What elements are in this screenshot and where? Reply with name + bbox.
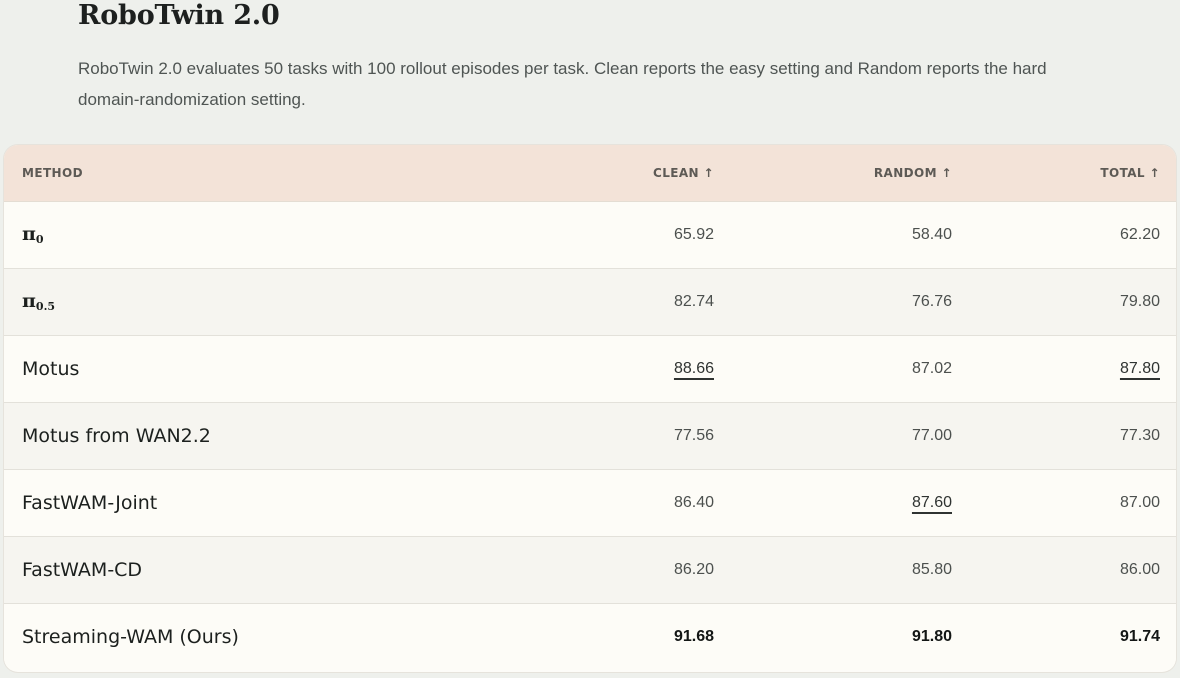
total-cell: 79.80 xyxy=(968,268,1176,336)
total-cell: 62.20 xyxy=(968,201,1176,269)
table-header: METHOD CLEAN ↑ RANDOM ↑ TOTAL ↑ xyxy=(4,145,1176,202)
method-cell: Motus xyxy=(4,335,524,403)
total-cell: 77.30 xyxy=(968,402,1176,470)
random-cell: 77.00 xyxy=(730,402,968,470)
method-cell: FastWAM-CD xyxy=(4,536,524,604)
table-row: π0 65.92 58.40 62.20 xyxy=(4,201,1176,269)
results-table: METHOD CLEAN ↑ RANDOM ↑ TOTAL ↑ π0 65.92… xyxy=(4,145,1176,670)
total-cell: 87.80 xyxy=(968,335,1176,403)
table-row-ours: Streaming-WAM (Ours) 91.68 91.80 91.74 xyxy=(4,603,1176,670)
method-name: π xyxy=(22,223,36,245)
header-method[interactable]: METHOD xyxy=(4,145,524,202)
results-table-card: METHOD CLEAN ↑ RANDOM ↑ TOTAL ↑ π0 65.92… xyxy=(4,145,1176,672)
random-cell: 76.76 xyxy=(730,268,968,336)
page-description: RoboTwin 2.0 evaluates 50 tasks with 100… xyxy=(78,59,1047,109)
total-cell: 87.00 xyxy=(968,469,1176,537)
method-cell: π0.5 xyxy=(4,268,524,336)
header-total[interactable]: TOTAL ↑ xyxy=(968,145,1176,202)
header-random[interactable]: RANDOM ↑ xyxy=(730,145,968,202)
random-cell: 87.60 xyxy=(730,469,968,537)
clean-cell: 88.66 xyxy=(524,335,730,403)
second-best-value: 87.80 xyxy=(1119,359,1160,377)
table-row: FastWAM-CD 86.20 85.80 86.00 xyxy=(4,536,1176,604)
total-cell: 86.00 xyxy=(968,536,1176,604)
clean-cell: 65.92 xyxy=(524,201,730,269)
table-row: FastWAM-Joint 86.40 87.60 87.00 xyxy=(4,469,1176,537)
method-cell: π0 xyxy=(4,201,524,269)
page-title: RoboTwin 2.0 xyxy=(78,0,280,31)
random-cell: 58.40 xyxy=(730,201,968,269)
table-row: Motus 88.66 87.02 87.80 xyxy=(4,335,1176,403)
clean-cell: 82.74 xyxy=(524,268,730,336)
method-cell: Motus from WAN2.2 xyxy=(4,402,524,470)
clean-cell: 86.20 xyxy=(524,536,730,604)
header-row: METHOD CLEAN ↑ RANDOM ↑ TOTAL ↑ xyxy=(4,145,1176,202)
table-row: π0.5 82.74 76.76 79.80 xyxy=(4,268,1176,336)
method-subscript: 0 xyxy=(35,233,44,246)
method-cell: FastWAM-Joint xyxy=(4,469,524,537)
method-subscript: 0.5 xyxy=(35,300,56,313)
method-name: π xyxy=(22,290,36,312)
random-cell: 87.02 xyxy=(730,335,968,403)
second-best-value: 87.60 xyxy=(911,493,952,511)
random-cell: 85.80 xyxy=(730,536,968,604)
header-clean[interactable]: CLEAN ↑ xyxy=(524,145,730,202)
clean-cell: 86.40 xyxy=(524,469,730,537)
second-best-value: 88.66 xyxy=(673,359,714,377)
table-row: Motus from WAN2.2 77.56 77.00 77.30 xyxy=(4,402,1176,470)
random-cell-best: 91.80 xyxy=(911,627,952,645)
method-cell: Streaming-WAM (Ours) xyxy=(22,625,239,648)
clean-cell: 77.56 xyxy=(524,402,730,470)
total-cell-best: 91.74 xyxy=(1119,627,1160,645)
clean-cell-best: 91.68 xyxy=(673,627,714,645)
